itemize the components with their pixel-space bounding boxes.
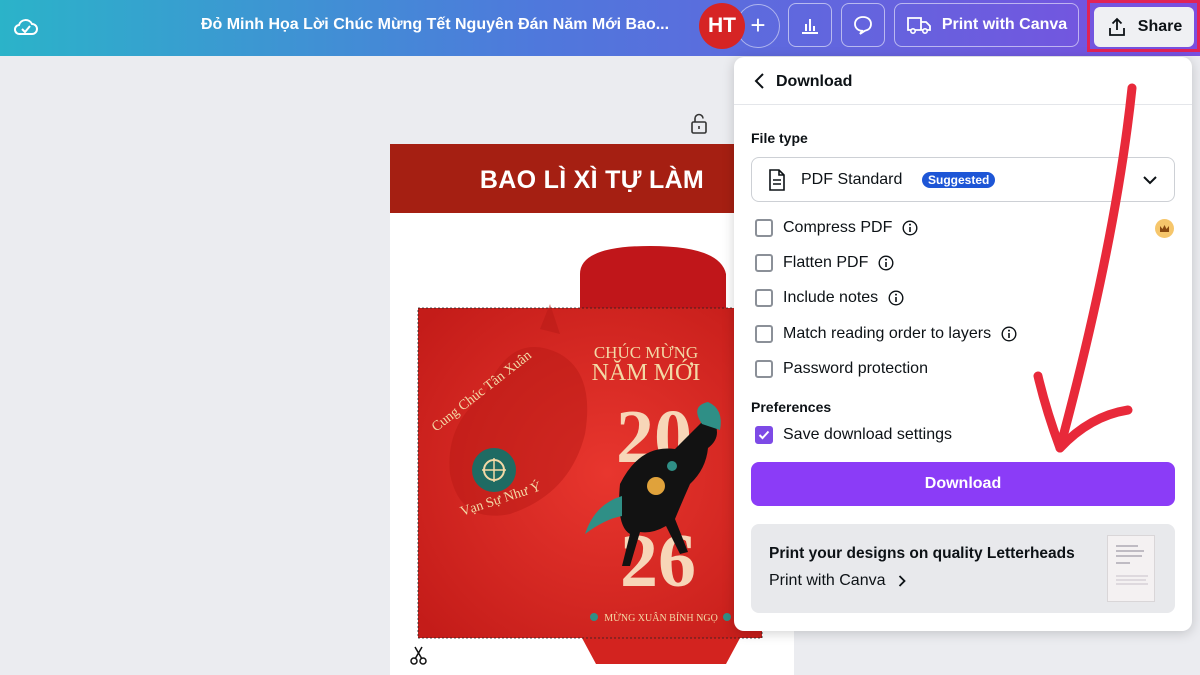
- info-icon[interactable]: [1001, 326, 1017, 342]
- info-icon[interactable]: [902, 220, 918, 236]
- download-button[interactable]: Download: [751, 462, 1175, 506]
- share-highlight-box: Share: [1087, 0, 1200, 52]
- unlock-icon[interactable]: [688, 112, 710, 136]
- promo-title: Print your designs on quality Letterhead…: [769, 545, 1075, 562]
- scissors-icon: [410, 646, 427, 665]
- share-button[interactable]: Share: [1094, 7, 1194, 47]
- include-notes-option[interactable]: Include notes: [755, 286, 904, 310]
- chevron-down-icon: [1143, 176, 1157, 185]
- avatar[interactable]: HT: [699, 3, 745, 49]
- top-bar: Đỏ Minh Họa Lời Chúc Mừng Tết Nguyên Đán…: [0, 0, 1200, 56]
- save-settings-label: Save download settings: [783, 426, 952, 443]
- print-label: Print with Canva: [941, 16, 1068, 33]
- compress-pdf-label: Compress PDF: [783, 219, 893, 236]
- comments-button[interactable]: [841, 3, 885, 47]
- cloud-saved-icon[interactable]: [12, 13, 40, 41]
- preferences-label: Preferences: [751, 399, 832, 415]
- print-promo-card[interactable]: Print your designs on quality Letterhead…: [751, 524, 1175, 613]
- password-protection-label: Password protection: [783, 360, 928, 377]
- panel-header: Download: [734, 57, 1192, 105]
- chevron-left-icon[interactable]: [754, 72, 766, 90]
- upload-icon: [1108, 17, 1125, 36]
- compress-pdf-option[interactable]: Compress PDF: [755, 216, 918, 240]
- compress-pdf-checkbox[interactable]: [755, 219, 773, 237]
- checkmark-icon: [758, 430, 770, 440]
- promo-link-label: Print with Canva: [769, 572, 886, 589]
- document-title[interactable]: Đỏ Minh Họa Lời Chúc Mừng Tết Nguyên Đán…: [180, 16, 690, 34]
- file-type-value: PDF Standard: [801, 171, 903, 188]
- comment-icon: [854, 16, 872, 35]
- download-panel: Download File type PDF Standard Suggeste…: [734, 57, 1192, 631]
- reading-order-checkbox[interactable]: [755, 325, 773, 343]
- flatten-pdf-checkbox[interactable]: [755, 254, 773, 272]
- suggested-badge: Suggested: [922, 172, 996, 188]
- save-settings-checkbox[interactable]: [755, 426, 773, 444]
- panel-title: Download: [776, 73, 853, 90]
- print-with-canva-button[interactable]: Print with Canva: [894, 3, 1079, 47]
- file-type-label: File type: [751, 130, 808, 146]
- include-notes-label: Include notes: [783, 289, 879, 306]
- info-icon[interactable]: [878, 255, 894, 271]
- bar-chart-icon: [802, 19, 818, 34]
- include-notes-checkbox[interactable]: [755, 289, 773, 307]
- file-type-select[interactable]: PDF Standard Suggested: [751, 157, 1175, 202]
- design-footer-text: MỪNG XUÂN BÍNH NGỌ: [604, 612, 718, 624]
- letterhead-thumbnail: [1107, 535, 1155, 602]
- promo-link[interactable]: Print with Canva: [769, 572, 906, 590]
- flatten-pdf-option[interactable]: Flatten PDF: [755, 251, 894, 275]
- password-protection-checkbox[interactable]: [755, 360, 773, 378]
- share-label: Share: [1137, 18, 1183, 35]
- password-protection-option[interactable]: Password protection: [755, 357, 928, 381]
- page-toolbar: [688, 112, 710, 141]
- delivery-truck-icon: [906, 17, 931, 35]
- document-icon: [769, 169, 785, 191]
- info-icon[interactable]: [888, 290, 904, 306]
- greeting-line2: NĂM MỚI: [592, 359, 701, 386]
- insights-button[interactable]: [788, 3, 832, 47]
- chevron-right-icon: [898, 575, 906, 587]
- flatten-pdf-label: Flatten PDF: [783, 254, 869, 271]
- save-settings-option[interactable]: Save download settings: [755, 423, 952, 447]
- reading-order-label: Match reading order to layers: [783, 325, 992, 342]
- reading-order-option[interactable]: Match reading order to layers: [755, 322, 1017, 346]
- premium-crown-icon: [1155, 219, 1174, 238]
